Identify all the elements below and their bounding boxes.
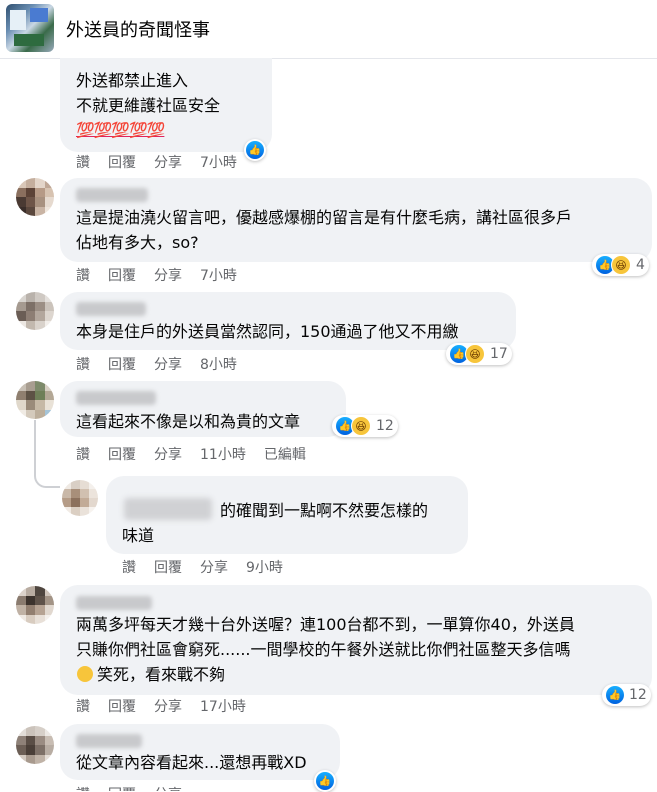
share-button[interactable]: 分享 bbox=[154, 444, 182, 464]
haha-icon: 😆 bbox=[351, 416, 371, 436]
reply-button[interactable]: 回覆 bbox=[108, 444, 136, 464]
comment-text: 兩萬多坪每天才幾十台外送喔？連100台都不到，一單算你40，外送員 bbox=[76, 615, 575, 634]
comment-actions: 讚 回覆 分享 bbox=[76, 784, 200, 791]
avatar[interactable] bbox=[16, 586, 54, 624]
comment-actions: 讚回覆 分享 8小時 bbox=[76, 354, 255, 374]
comment-actions: 讚回覆 分享 11小時 已編輯 bbox=[76, 444, 324, 464]
like-button[interactable]: 讚 bbox=[76, 784, 90, 791]
like-button[interactable]: 讚 bbox=[76, 152, 90, 172]
like-icon: 👍 bbox=[316, 772, 334, 790]
timestamp[interactable]: 17小時 bbox=[200, 696, 246, 716]
share-button[interactable]: 分享 bbox=[154, 152, 182, 172]
timestamp[interactable]: 11小時 bbox=[200, 444, 246, 464]
share-button[interactable]: 分享 bbox=[154, 354, 182, 374]
commenter-name[interactable] bbox=[76, 188, 148, 202]
share-button[interactable]: 分享 bbox=[200, 557, 228, 577]
commenter-name[interactable] bbox=[124, 498, 212, 520]
group-thumbnail[interactable] bbox=[6, 4, 54, 52]
commenter-name[interactable] bbox=[76, 302, 146, 316]
avatar[interactable] bbox=[16, 726, 54, 764]
hundred-points-emoji: 💯💯💯💯💯 bbox=[76, 121, 165, 139]
commenter-name[interactable] bbox=[76, 734, 142, 748]
haha-icon: 😆 bbox=[465, 344, 485, 364]
reaction-summary[interactable]: 👍 12 bbox=[602, 684, 651, 706]
reply-button[interactable]: 回覆 bbox=[108, 696, 136, 716]
laughing-emoji-icon bbox=[77, 666, 93, 682]
timestamp[interactable]: 7小時 bbox=[200, 265, 237, 285]
comment-actions: 讚回覆 分享 7小時 bbox=[76, 265, 255, 285]
reply-button[interactable]: 回覆 bbox=[108, 152, 136, 172]
reaction-summary[interactable]: 👍 😆 12 bbox=[332, 415, 398, 437]
reply-button[interactable]: 回覆 bbox=[108, 265, 136, 285]
reply-thread-line bbox=[34, 420, 60, 488]
comment-actions: 讚回覆 分享 17小時 bbox=[76, 696, 264, 716]
commenter-name[interactable] bbox=[76, 596, 152, 610]
like-icon: 👍 bbox=[606, 686, 624, 704]
reply-button[interactable]: 回覆 bbox=[108, 354, 136, 374]
comment-text: 只賺你們社區會窮死......一間學校的午餐外送就比你們社區整天多信嗎 bbox=[76, 640, 571, 659]
share-button[interactable]: 分享 bbox=[154, 784, 182, 791]
like-button[interactable]: 讚 bbox=[76, 444, 90, 464]
comment-text: 佔地有多大，so? bbox=[76, 233, 199, 252]
reply-button[interactable]: 回覆 bbox=[154, 557, 182, 577]
like-button[interactable]: 讚 bbox=[76, 354, 90, 374]
comment-text: 的確聞到一點啊不然要怎樣的 bbox=[220, 501, 429, 520]
haha-icon: 😆 bbox=[611, 255, 631, 275]
reaction-summary[interactable]: 👍 😆 17 bbox=[446, 343, 512, 365]
share-button[interactable]: 分享 bbox=[154, 696, 182, 716]
comment-text: 外送都禁止進入 bbox=[76, 71, 189, 90]
comment-text: 從文章內容看起來...還想再戰XD bbox=[76, 753, 307, 772]
edited-label[interactable]: 已編輯 bbox=[264, 444, 306, 464]
group-header: 外送員的奇聞怪事 bbox=[0, 0, 657, 59]
reply-button[interactable]: 回覆 bbox=[108, 784, 136, 791]
comment-actions: 讚回覆 分享 7小時 bbox=[76, 152, 255, 172]
like-button[interactable]: 讚 bbox=[122, 557, 136, 577]
comment-text: 笑死，看來戰不夠 bbox=[97, 665, 226, 684]
comment-actions: 讚回覆 分享 9小時 bbox=[122, 557, 301, 577]
timestamp[interactable]: 9小時 bbox=[246, 557, 283, 577]
share-button[interactable]: 分享 bbox=[154, 265, 182, 285]
avatar[interactable] bbox=[16, 178, 54, 216]
like-button[interactable]: 讚 bbox=[76, 696, 90, 716]
like-button[interactable]: 讚 bbox=[76, 265, 90, 285]
comment-text: 這看起來不像是以和為貴的文章 bbox=[76, 412, 301, 431]
group-title[interactable]: 外送員的奇聞怪事 bbox=[66, 16, 210, 42]
avatar[interactable] bbox=[62, 480, 98, 516]
comment-text: 味道 bbox=[122, 526, 155, 545]
comment-text: 本身是住戶的外送員當然認同，150通過了他又不用繳 bbox=[76, 322, 459, 341]
reaction-summary[interactable]: 👍 bbox=[314, 770, 336, 792]
avatar[interactable] bbox=[16, 292, 54, 330]
timestamp[interactable]: 8小時 bbox=[200, 354, 237, 374]
timestamp[interactable]: 7小時 bbox=[200, 152, 237, 172]
commenter-name[interactable] bbox=[76, 391, 156, 405]
comment-text: 這是提油澆火留言吧，優越感爆棚的留言是有什麼毛病，講社區很多戶 bbox=[76, 208, 573, 227]
avatar[interactable] bbox=[16, 381, 54, 419]
reaction-summary[interactable]: 👍 😆 4 bbox=[592, 254, 649, 276]
comment-text: 不就更維護社區安全 bbox=[76, 96, 221, 115]
